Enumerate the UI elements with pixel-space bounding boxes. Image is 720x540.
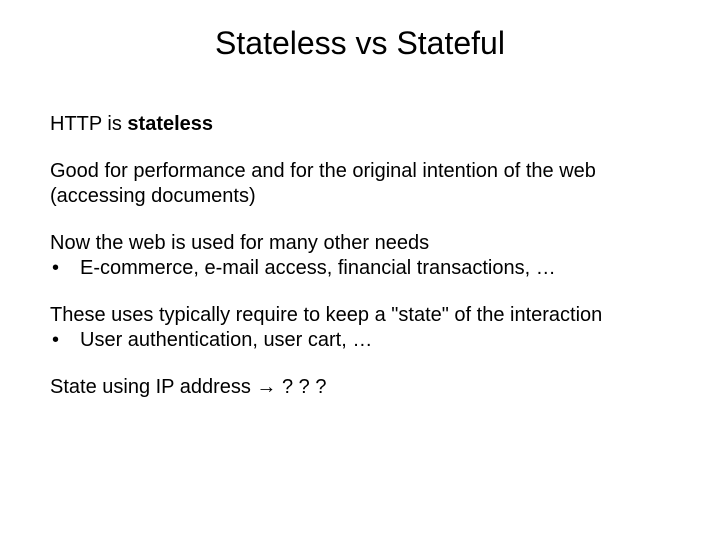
paragraph-good-performance: Good for performance and for the origina… [50, 159, 670, 209]
slide-body: HTTP is stateless Good for performance a… [50, 112, 670, 400]
text-now-web-used: Now the web is used for many other needs [50, 231, 670, 256]
text-require-state: These uses typically require to keep a "… [50, 303, 670, 328]
bullet-user-auth: • User authentication, user cart, … [50, 328, 670, 353]
paragraph-http-stateless: HTTP is stateless [50, 112, 670, 137]
text-stateless-bold: stateless [127, 113, 213, 135]
bullet-text-user-auth: User authentication, user cart, … [80, 328, 670, 353]
slide-title: Stateless vs Stateful [50, 25, 670, 62]
paragraph-state-ip: State using IP address → ? ? ? [50, 375, 670, 400]
bullet-ecommerce: • E-commerce, e-mail access, financial t… [50, 256, 670, 281]
paragraph-other-needs: Now the web is used for many other needs… [50, 231, 670, 281]
bullet-text-ecommerce: E-commerce, e-mail access, financial tra… [80, 256, 670, 281]
bullet-dot-icon: • [50, 328, 80, 353]
paragraph-require-state: These uses typically require to keep a "… [50, 303, 670, 353]
text-http-is: HTTP is [50, 113, 127, 135]
bullet-dot-icon: • [50, 256, 80, 281]
